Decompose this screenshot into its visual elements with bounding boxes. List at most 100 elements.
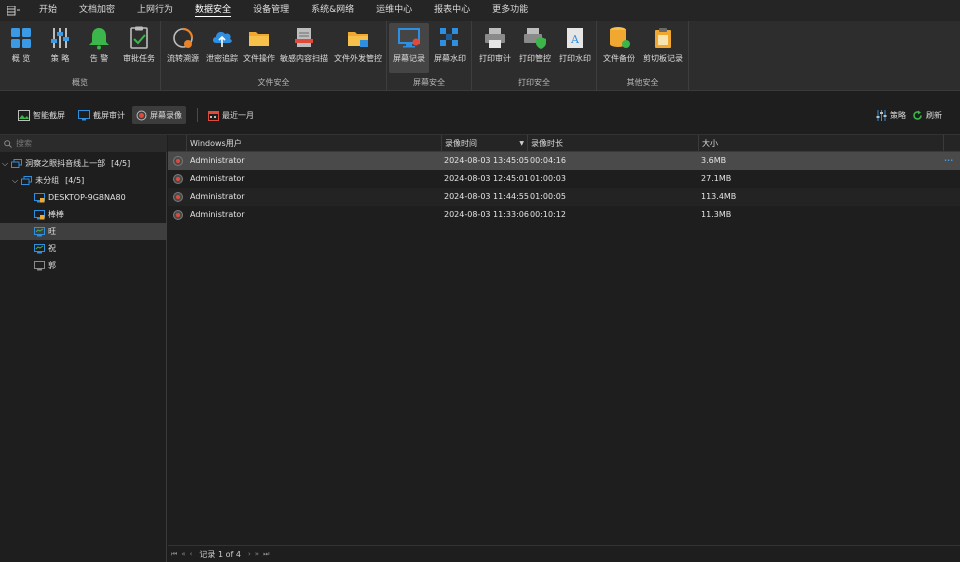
tree-search-input[interactable]: [16, 139, 156, 148]
tree-computer-bangbang[interactable]: 棒棒: [0, 206, 167, 223]
flow-trace-button[interactable]: 流转溯源: [164, 23, 202, 73]
approval-task-button[interactable]: 审批任务: [119, 23, 159, 73]
tree-node-label: 洞察之眼抖音线上一部: [25, 159, 106, 168]
table-row[interactable]: Administrator 2024-08-03 11:44:55 01:00:…: [168, 188, 960, 206]
recording-icon: [173, 156, 183, 166]
policy-toolbar-button[interactable]: 策略: [872, 106, 910, 124]
policy-toolbar-label: 策略: [890, 110, 906, 120]
first-page-button[interactable]: ⏮: [171, 550, 177, 559]
file-send-control-button[interactable]: 文件外发管控: [331, 23, 385, 73]
screen-watermark-button[interactable]: 屏幕水印: [431, 23, 469, 73]
cell-size: 113.4MB: [701, 192, 737, 201]
tree-computer-zhu[interactable]: 祝: [0, 240, 167, 257]
policy-label: 策 略: [50, 54, 70, 63]
screen-video-button[interactable]: 屏幕录像: [132, 106, 186, 124]
cell-time: 2024-08-03 11:44:55: [444, 192, 529, 201]
ribbon-group-screen-security: 屏幕记录 屏幕水印 屏幕安全: [387, 21, 472, 91]
recording-icon: [173, 174, 183, 184]
column-header-duration[interactable]: 录像时长: [527, 135, 698, 152]
prev-page-button[interactable]: ‹: [190, 550, 193, 558]
refresh-button[interactable]: 刷新: [908, 106, 946, 124]
screen-record-button[interactable]: 屏幕记录: [389, 23, 429, 73]
alert-button[interactable]: 告 警: [82, 23, 116, 73]
last-page-button[interactable]: ⏭: [263, 550, 269, 559]
recording-table: Windows用户 录像时间 ▼ 录像时长 大小 Administrator 2…: [168, 135, 960, 545]
tree-computer-label: 郭: [48, 261, 56, 270]
file-backup-button[interactable]: 文件备份: [601, 23, 637, 73]
row-more-button[interactable]: ···: [944, 152, 953, 170]
calendar-icon: [208, 110, 219, 121]
ribbon-group-label: 打印安全: [518, 78, 550, 87]
capture-audit-label: 截屏审计: [93, 110, 125, 120]
folder-icon: [249, 32, 269, 46]
menu-tab-label: 数据安全: [195, 5, 232, 17]
print-audit-button[interactable]: 打印审计: [476, 23, 514, 73]
leak-tracking-button[interactable]: 泄密追踪: [203, 23, 241, 73]
printer-shield-icon: [524, 28, 546, 49]
menu-tab-more[interactable]: 更多功能: [481, 0, 539, 21]
menu-tab-data-security[interactable]: 数据安全: [184, 0, 242, 21]
column-header-windows-user[interactable]: Windows用户: [186, 135, 441, 152]
overview-button[interactable]: 概 览: [4, 23, 38, 73]
date-range-button[interactable]: 最近一月: [204, 106, 258, 124]
smart-capture-button[interactable]: 智能截屏: [14, 106, 69, 124]
record-icon: [136, 110, 147, 120]
computer-online-icon: [34, 209, 45, 219]
app-menu-button[interactable]: [0, 0, 28, 21]
smart-capture-label: 智能截屏: [33, 110, 65, 120]
cell-size: 27.1MB: [701, 174, 732, 183]
file-operation-button[interactable]: 文件操作: [241, 23, 277, 73]
computer-online-icon: [34, 226, 45, 236]
sort-descending-icon[interactable]: ▼: [519, 135, 524, 152]
policy-button[interactable]: 策 略: [43, 23, 77, 73]
menu-tab-doc-encrypt[interactable]: 文档加密: [68, 0, 126, 21]
sensitive-scan-button[interactable]: 敏感内容扫描: [278, 23, 330, 73]
menu-tab-start[interactable]: 开始: [28, 0, 68, 21]
toolbar-separator: [197, 108, 198, 122]
table-row[interactable]: Administrator 2024-08-03 11:33:06 00:10:…: [168, 206, 960, 224]
tree-computer-wang[interactable]: 旺: [0, 223, 167, 240]
table-row[interactable]: Administrator 2024-08-03 12:45:01 01:00:…: [168, 170, 960, 188]
column-header-size[interactable]: 大小: [698, 135, 943, 152]
column-header-record-time[interactable]: 录像时间 ▼: [441, 135, 527, 152]
next-page-group-button[interactable]: »: [255, 550, 259, 558]
monitor-record-icon: [398, 28, 420, 48]
table-header: Windows用户 录像时间 ▼ 录像时长 大小: [168, 135, 960, 152]
tree-search-box[interactable]: [0, 135, 167, 152]
menu-tab-system-network[interactable]: 系统&网络: [300, 0, 365, 21]
tree-node-ungrouped[interactable]: ⌵ 未分组 [4/5]: [0, 172, 167, 189]
computer-tree-panel: ⌵ 洞察之眼抖音线上一部 [4/5] ⌵ 未分组 [4/5] DESKTOP-9…: [0, 135, 167, 562]
approval-task-label: 审批任务: [123, 54, 155, 63]
flow-trace-label: 流转溯源: [167, 54, 199, 63]
clipboard-record-button[interactable]: 剪切板记录: [640, 23, 686, 73]
leak-tracking-label: 泄密追踪: [206, 54, 238, 63]
svg-text:A: A: [570, 33, 580, 46]
capture-audit-button[interactable]: 截屏审计: [74, 106, 129, 124]
recording-icon: [173, 192, 183, 202]
cell-user: Administrator: [190, 174, 245, 183]
menu-tab-web-behavior[interactable]: 上网行为: [126, 0, 184, 21]
cell-size: 11.3MB: [701, 210, 732, 219]
tree-node-root[interactable]: ⌵ 洞察之眼抖音线上一部 [4/5]: [0, 155, 167, 172]
prev-page-group-button[interactable]: «: [181, 550, 185, 558]
cell-size: 3.6MB: [701, 156, 727, 165]
clipboard-icon: [655, 28, 671, 48]
column-header-label: 录像时长: [531, 139, 563, 148]
chevron-down-icon[interactable]: ⌵: [12, 176, 18, 186]
computer-online-icon: [34, 192, 45, 202]
next-page-button[interactable]: ›: [248, 550, 251, 558]
tree-computer-desktop[interactable]: DESKTOP-9G8NA80: [0, 189, 167, 206]
chevron-down-icon[interactable]: ⌵: [2, 159, 8, 169]
app-menu-icon: [7, 5, 20, 15]
table-row[interactable]: Administrator 2024-08-03 13:45:05 00:04:…: [168, 152, 960, 170]
print-watermark-button[interactable]: A 打印水印: [556, 23, 594, 73]
tree-computer-label: 祝: [48, 244, 56, 253]
menu-tab-ops-center[interactable]: 运维中心: [365, 0, 423, 21]
cell-time: 2024-08-03 13:45:05: [444, 156, 529, 165]
print-control-button[interactable]: 打印管控: [516, 23, 554, 73]
menu-tab-report-center[interactable]: 报表中心: [423, 0, 481, 21]
menu-tab-label: 上网行为: [137, 5, 174, 15]
menu-tab-device-management[interactable]: 设备管理: [242, 0, 300, 21]
tree-computer-guo[interactable]: 郭: [0, 257, 167, 274]
tree-node-label: 未分组: [35, 176, 60, 185]
